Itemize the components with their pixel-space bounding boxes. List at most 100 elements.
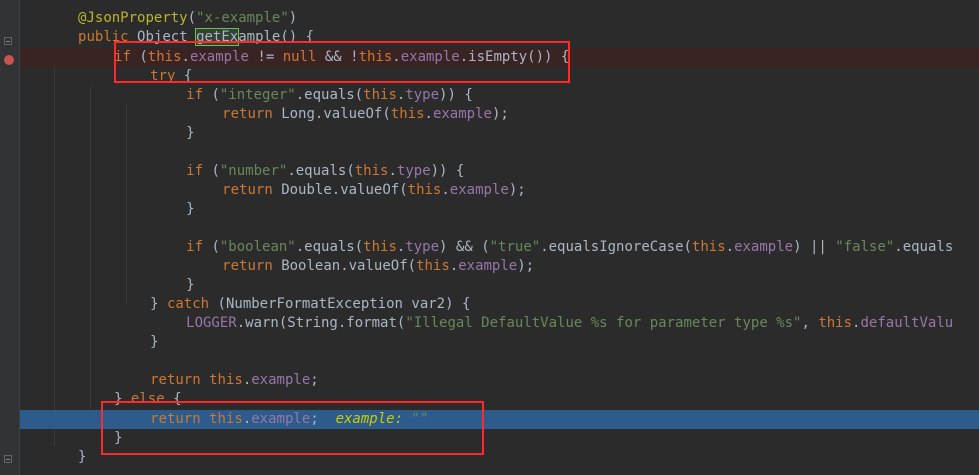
code-token: this — [363, 239, 397, 255]
current-code-line[interactable]: return this.example; example: "" — [20, 410, 979, 429]
code-token: "false" — [835, 239, 895, 255]
code-line[interactable] — [20, 219, 979, 238]
code-line[interactable]: } — [20, 124, 979, 143]
code-line[interactable]: try { — [20, 67, 979, 86]
code-token: valueOf( — [323, 106, 391, 122]
editor-gutter[interactable] — [0, 0, 20, 475]
code-token: ( — [187, 10, 197, 26]
code-token: )) { — [430, 163, 465, 179]
code-token: . — [441, 182, 450, 198]
code-token: .equals( — [295, 239, 364, 255]
code-token: "" — [411, 411, 429, 427]
code-line[interactable]: if ("number".equals(this.type)) { — [20, 162, 979, 181]
code-token: "Illegal DefaultValue %s for parameter t… — [405, 315, 802, 331]
code-line[interactable] — [20, 352, 979, 371]
code-token: example — [189, 49, 249, 65]
code-token: ; — [310, 411, 336, 427]
code-editor[interactable]: @JsonProperty("x-example") public Object … — [20, 0, 979, 475]
code-token: .warn(String. — [236, 315, 347, 331]
code-token: public — [78, 29, 138, 45]
code-token: ( — [211, 87, 220, 103]
code-token: this — [363, 87, 397, 103]
code-token: .equalsIgnoreCase( — [540, 239, 692, 255]
code-token: Double. — [281, 182, 341, 198]
code-token: example — [251, 372, 311, 388]
code-line[interactable]: } catch (NumberFormatException var2) { — [20, 295, 979, 314]
code-token: this — [407, 182, 442, 198]
code-token: type — [396, 163, 431, 179]
code-token: example — [449, 182, 509, 198]
code-token: this — [818, 315, 853, 331]
code-token: . — [242, 411, 252, 427]
code-token: ample() { — [238, 29, 315, 45]
fold-toggle-icon[interactable] — [4, 37, 12, 45]
code-line[interactable]: return Long.valueOf(this.example); — [20, 105, 979, 124]
code-token: this — [416, 258, 450, 274]
code-token: ; — [310, 372, 319, 388]
code-token: ); — [508, 182, 526, 198]
code-token: example — [400, 49, 460, 65]
code-token: } — [78, 449, 87, 465]
code-line[interactable]: if ("integer".equals(this.type)) { — [20, 86, 979, 105]
code-line[interactable]: } — [20, 333, 979, 352]
code-token: } — [114, 391, 131, 407]
code-token: this — [358, 49, 393, 65]
code-token: .equals( — [295, 87, 364, 103]
code-line[interactable]: @JsonProperty("x-example") — [20, 9, 979, 28]
code-token: this — [147, 49, 182, 65]
code-token: type — [405, 87, 440, 103]
code-token: } — [186, 277, 195, 293]
code-token: ) — [288, 10, 298, 26]
code-token: try — [150, 68, 184, 84]
code-token: Object — [137, 29, 197, 45]
code-token: defaultValu — [860, 315, 954, 331]
code-token: ); — [517, 258, 535, 274]
code-token: this — [390, 106, 425, 122]
code-line[interactable]: LOGGER.warn(String.format("Illegal Defau… — [20, 314, 979, 333]
code-token: catch — [166, 296, 218, 312]
code-token: "number" — [219, 163, 288, 179]
code-line[interactable]: } — [20, 276, 979, 295]
code-token: ( — [211, 239, 220, 255]
code-token: { — [173, 391, 182, 407]
code-token: return — [222, 106, 282, 122]
code-token: "integer" — [219, 87, 296, 103]
code-token: } — [150, 296, 167, 312]
code-token: } — [150, 334, 159, 350]
code-token: . — [181, 49, 190, 65]
code-token: valueOf( — [340, 182, 408, 198]
code-line[interactable]: } — [20, 200, 979, 219]
code-token: Boolean. — [281, 258, 349, 274]
code-token: .equals — [894, 239, 954, 255]
code-token: (NumberFormatException var2) { — [217, 296, 471, 312]
code-line[interactable]: } else { — [20, 390, 979, 409]
code-token: if — [186, 239, 212, 255]
code-line[interactable]: if (this.example != null && !this.exampl… — [20, 48, 979, 67]
code-token: Long. — [281, 106, 324, 122]
code-line[interactable]: public Object getExample() { — [20, 28, 979, 47]
code-token: .isEmpty()) { — [459, 49, 570, 65]
code-line[interactable]: return Boolean.valueOf(this.example); — [20, 257, 979, 276]
code-token: return — [222, 258, 282, 274]
code-token: . — [388, 163, 397, 179]
fold-toggle-icon[interactable] — [4, 455, 12, 463]
code-token: ) && ( — [439, 239, 490, 255]
code-token: . — [242, 372, 252, 388]
code-line[interactable]: } — [20, 448, 979, 467]
code-token: , — [801, 315, 819, 331]
breakpoint-icon[interactable] — [4, 55, 14, 65]
code-line[interactable]: return this.example; — [20, 371, 979, 390]
code-token: if — [114, 49, 140, 65]
code-token: "true" — [489, 239, 541, 255]
code-line[interactable] — [20, 143, 979, 162]
code-token: example — [458, 258, 518, 274]
code-token: . — [449, 258, 459, 274]
code-token: valueOf( — [348, 258, 417, 274]
code-token: this — [691, 239, 726, 255]
code-line[interactable]: if ("boolean".equals(this.type) && ("tru… — [20, 238, 979, 257]
code-token: else — [130, 391, 174, 407]
code-token: != — [248, 49, 283, 65]
code-line[interactable]: } — [20, 429, 979, 448]
code-token: . — [424, 106, 433, 122]
code-line[interactable]: return Double.valueOf(this.example); — [20, 181, 979, 200]
